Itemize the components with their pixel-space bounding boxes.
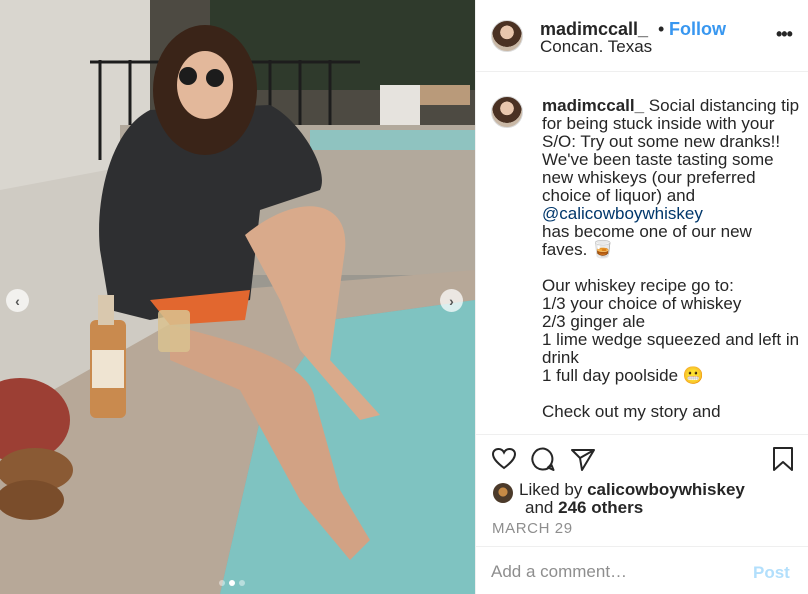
post-comment-button[interactable]: Post [753,563,790,583]
carousel-dot [239,580,245,586]
caption-section: madimccall_ Social distancing tip for be… [476,73,808,429]
carousel-dot [219,580,225,586]
comment-bar: Post [476,546,808,594]
caption-text: madimccall_ Social distancing tip for be… [542,97,800,421]
likes-count-line: and 246 others [525,498,643,518]
chevron-right-icon: › [449,292,454,309]
follow-button[interactable]: Follow [669,19,726,40]
like-button[interactable] [491,446,517,472]
author-avatar[interactable] [491,20,523,52]
carousel-dot [229,580,235,586]
post-actions: Liked by calicowboywhiskey and 246 other… [476,434,808,546]
caption-username[interactable]: madimccall_ [542,96,644,115]
comment-input[interactable] [491,561,721,583]
post-date[interactable]: MARCH 29 [492,520,573,537]
caption-mention-link[interactable]: @calicowboywhiskey [542,204,703,223]
more-options-icon[interactable]: ••• [776,24,793,45]
liker-avatar[interactable] [493,483,513,503]
paper-plane-icon [571,449,595,471]
post-side-panel: madimccall_ • Follow Concan. Texas ••• m… [475,0,808,594]
post-header: madimccall_ • Follow Concan. Texas ••• [476,0,808,72]
comment-button[interactable] [530,446,556,472]
chevron-left-icon: ‹ [15,292,20,309]
heart-icon [491,447,517,470]
likes-count-link[interactable]: 246 others [558,498,643,517]
liker-username[interactable]: calicowboywhiskey [587,480,745,499]
pool-scene-image [0,0,475,594]
carousel-next-button[interactable]: › [440,289,463,312]
speech-bubble-icon [531,447,555,471]
caption-author-avatar[interactable] [491,96,523,128]
share-button[interactable] [570,446,596,472]
save-button[interactable] [770,446,796,472]
caption-body-after: has become one of our new faves. 🥃 Our w… [542,222,800,421]
bookmark-icon [773,447,793,471]
likes-and-label: and [525,498,554,517]
liked-by-line: Liked by calicowboywhiskey [519,480,745,500]
separator-dot: • [658,19,665,39]
carousel-indicator [219,580,245,586]
post-photo[interactable]: ‹ › [0,0,475,594]
liked-by-prefix: Liked by [519,480,583,499]
post-location[interactable]: Concan. Texas [540,37,652,57]
carousel-prev-button[interactable]: ‹ [6,289,29,312]
